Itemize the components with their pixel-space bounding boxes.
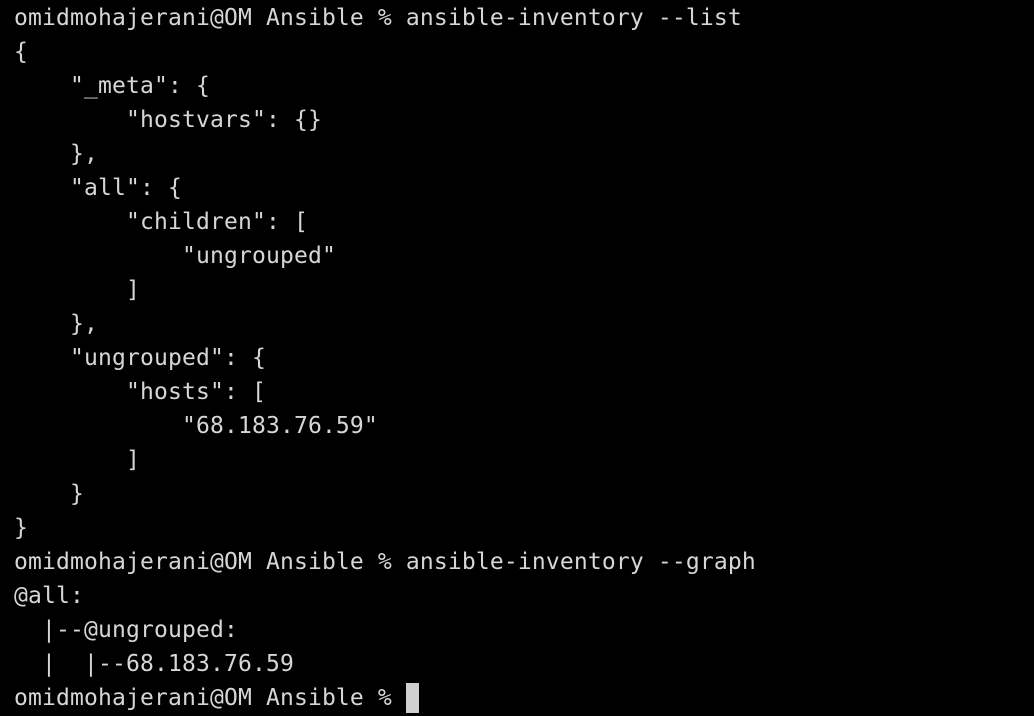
shell-prompt: omidmohajerani@OM Ansible % — [14, 685, 406, 711]
terminal-line-command-list: omidmohajerani@OM Ansible % ansible-inve… — [14, 5, 742, 31]
json-output-line: "hostvars": {} — [14, 107, 322, 133]
json-output-line: "children": [ — [14, 209, 308, 235]
graph-output-line: | |--68.183.76.59 — [14, 651, 294, 677]
terminal-line-command-graph: omidmohajerani@OM Ansible % ansible-inve… — [14, 549, 756, 575]
json-output-line: "all": { — [14, 175, 182, 201]
prompt-line[interactable]: omidmohajerani@OM Ansible % — [14, 681, 1034, 715]
json-output-line: "68.183.76.59" — [14, 413, 378, 439]
json-output-line: { — [14, 39, 28, 65]
json-output-line: ] — [14, 447, 140, 473]
json-output-line: "hosts": [ — [14, 379, 266, 405]
terminal-window[interactable]: omidmohajerani@OM Ansible % ansible-inve… — [0, 0, 1034, 716]
graph-output-line: @all: — [14, 583, 84, 609]
json-output-line: "ungrouped": { — [14, 345, 266, 371]
json-output-line: }, — [14, 141, 98, 167]
json-output-line: } — [14, 515, 28, 541]
text-cursor — [405, 683, 419, 713]
graph-output-line: |--@ungrouped: — [14, 617, 238, 643]
json-output-line: ] — [14, 277, 140, 303]
json-output-line: "_meta": { — [14, 73, 210, 99]
json-output-line: }, — [14, 311, 98, 337]
json-output-line: "ungrouped" — [14, 243, 336, 269]
json-output-line: } — [14, 481, 84, 507]
